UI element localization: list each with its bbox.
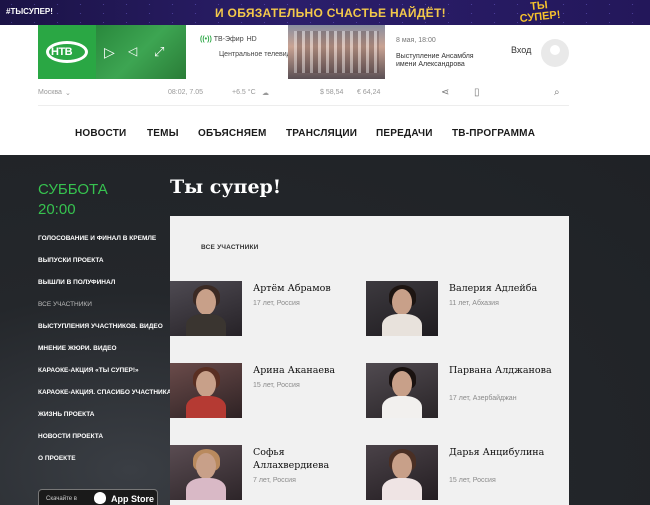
participant-photo[interactable] bbox=[170, 363, 242, 418]
sidebar-item[interactable]: КАРАОКЕ-АКЦИЯ «ТЫ СУПЕР!» bbox=[38, 366, 168, 388]
banner-slogan: И ОБЯЗАТЕЛЬНО СЧАСТЬЕ НАЙДЁТ! bbox=[215, 6, 446, 20]
page-title: Ты супер! bbox=[170, 176, 282, 198]
participant-meta: 15 лет, Россия bbox=[253, 382, 300, 389]
sidebar-item-active[interactable]: ВСЕ УЧАСТНИКИ bbox=[38, 300, 168, 322]
sidebar-item[interactable]: ВЫСТУПЛЕНИЯ УЧАСТНИКОВ. ВИДЕО bbox=[38, 322, 168, 344]
store-label: App Store bbox=[111, 494, 155, 504]
participant-meta: 15 лет, Россия bbox=[449, 477, 496, 484]
weather-label: +6.5 °C bbox=[232, 89, 256, 96]
search-icon[interactable]: ⌕ bbox=[554, 87, 560, 98]
participant-card[interactable]: Валерия Адлейба 11 лет, Абхазия bbox=[366, 281, 556, 341]
logo-text: НТВ bbox=[51, 46, 73, 58]
featured-news-link[interactable]: 8 мая, 18:00 Выступление Ансамбля имени … bbox=[396, 37, 491, 69]
show-logo[interactable]: ТЫ СУПЕР! bbox=[513, 0, 568, 25]
participant-name[interactable]: Дарья Анцибулина bbox=[449, 446, 554, 459]
app-store-button[interactable]: Скачайте в App Store bbox=[38, 489, 158, 505]
air-day: СУББОТА bbox=[38, 181, 108, 198]
user-avatar[interactable] bbox=[541, 39, 569, 67]
participant-card[interactable]: Парвана Алджанова 17 лет, Азербайджан bbox=[366, 363, 556, 423]
live-video-thumbnail[interactable]: ▷ ◁ ⤢ bbox=[96, 25, 186, 79]
participant-photo[interactable] bbox=[366, 281, 438, 336]
fullscreen-icon[interactable]: ⤢ bbox=[154, 44, 164, 60]
nav-item-broadcasts[interactable]: ТРАНСЛЯЦИИ bbox=[286, 128, 357, 139]
sidebar-item[interactable]: ВЫПУСКИ ПРОЕКТА bbox=[38, 256, 168, 278]
featured-news-title: Выступление Ансамбля имени Александрова bbox=[396, 53, 474, 68]
sidebar-item[interactable]: О ПРОЕКТЕ bbox=[38, 454, 168, 476]
participant-photo[interactable] bbox=[170, 445, 242, 500]
usd-rate: $ 58,54 bbox=[320, 89, 344, 96]
nav-item-topics[interactable]: ТЕМЫ bbox=[147, 128, 179, 139]
participant-name[interactable]: Арина Аканаева bbox=[253, 364, 358, 377]
participant-card[interactable]: Арина Аканаева 15 лет, Россия bbox=[170, 363, 360, 423]
section-label: ВСЕ УЧАСТНИКИ bbox=[201, 244, 259, 251]
participant-meta: 11 лет, Абхазия bbox=[449, 300, 499, 307]
sidebar-item[interactable]: НОВОСТИ ПРОЕКТА bbox=[38, 432, 168, 454]
volume-icon[interactable]: ◁ bbox=[128, 44, 137, 58]
live-label: ТВ-Эфир bbox=[213, 36, 244, 43]
nav-item-shows[interactable]: ПЕРЕДАЧИ bbox=[376, 128, 433, 139]
info-bar: Москва ⌄ 08:02, 7.05 +6.5 °C ☁ $ 58,54 €… bbox=[0, 87, 650, 101]
participant-name[interactable]: Софья Аллахвердиева bbox=[253, 446, 358, 472]
sidebar-item[interactable]: МНЕНИЕ ЖЮРИ. ВИДЕО bbox=[38, 344, 168, 366]
participant-meta: 17 лет, Азербайджан bbox=[449, 395, 517, 402]
participant-card[interactable]: Дарья Анцибулина 15 лет, Россия bbox=[366, 445, 556, 505]
featured-news-date: 8 мая, 18:00 bbox=[396, 37, 436, 44]
city-label[interactable]: Москва bbox=[38, 89, 62, 96]
participant-photo[interactable] bbox=[366, 445, 438, 500]
nav-item-news[interactable]: НОВОСТИ bbox=[75, 128, 126, 139]
mobile-icon[interactable]: ▯ bbox=[474, 87, 480, 98]
nav-item-explain[interactable]: ОБЪЯСНЯЕМ bbox=[198, 128, 267, 139]
share-icon[interactable]: ⋖ bbox=[441, 87, 449, 98]
participant-name[interactable]: Парвана Алджанова bbox=[449, 364, 554, 377]
banner-hashtag: #ТЫСУПЕР! bbox=[6, 7, 53, 16]
sidebar-item[interactable]: ГОЛОСОВАНИЕ И ФИНАЛ В КРЕМЛЕ bbox=[38, 234, 168, 256]
sidebar-item[interactable]: ВЫШЛИ В ПОЛУФИНАЛ bbox=[38, 278, 168, 300]
air-time: 20:00 bbox=[38, 201, 76, 218]
participant-photo[interactable] bbox=[170, 281, 242, 336]
chevron-down-icon[interactable]: ⌄ bbox=[65, 89, 71, 97]
download-label: Скачайте в bbox=[46, 496, 77, 502]
play-icon[interactable]: ▷ bbox=[104, 44, 115, 61]
hd-badge: HD bbox=[246, 36, 257, 43]
sidebar-menu: ГОЛОСОВАНИЕ И ФИНАЛ В КРЕМЛЕ ВЫПУСКИ ПРО… bbox=[38, 234, 179, 476]
participant-meta: 7 лет, Россия bbox=[253, 477, 296, 484]
divider bbox=[38, 105, 569, 106]
ntv-logo[interactable]: НТВ bbox=[38, 25, 96, 79]
site-header: НТВ ▷ ◁ ⤢ ((•)) ТВ-Эфир HD Центральное те… bbox=[0, 25, 650, 155]
main-nav: НОВОСТИ ТЕМЫ ОБЪЯСНЯЕМ ТРАНСЛЯЦИИ ПЕРЕДА… bbox=[0, 125, 650, 143]
live-signal-icon: ((•)) bbox=[200, 36, 212, 43]
participant-photo[interactable] bbox=[366, 363, 438, 418]
air-schedule: СУББОТА 20:00 bbox=[38, 180, 108, 220]
eur-rate: € 64,24 bbox=[357, 89, 381, 96]
participant-name[interactable]: Валерия Адлейба bbox=[449, 282, 554, 295]
promo-banner[interactable]: #ТЫСУПЕР! И ОБЯЗАТЕЛЬНО СЧАСТЬЕ НАЙДЁТ! … bbox=[0, 0, 650, 25]
nav-item-tv-program[interactable]: ТВ-ПРОГРАММА bbox=[452, 128, 535, 139]
participant-name[interactable]: Артём Абрамов bbox=[253, 282, 358, 295]
participant-meta: 17 лет, Россия bbox=[253, 300, 300, 307]
weather-icon: ☁ bbox=[262, 90, 269, 97]
participant-card[interactable]: Софья Аллахвердиева 7 лет, Россия bbox=[170, 445, 360, 505]
featured-news-thumbnail[interactable] bbox=[288, 25, 385, 79]
login-link[interactable]: Вход bbox=[511, 45, 531, 55]
sidebar-item[interactable]: ЖИЗНЬ ПРОЕКТА bbox=[38, 410, 168, 432]
sidebar-item[interactable]: КАРАОКЕ-АКЦИЯ. СПАСИБО УЧАСТНИКАМ! bbox=[38, 388, 179, 410]
apple-icon bbox=[94, 492, 106, 504]
participant-card[interactable]: Артём Абрамов 17 лет, Россия bbox=[170, 281, 360, 341]
participants-panel: ВСЕ УЧАСТНИКИ Артём Абрамов 17 лет, Росс… bbox=[170, 216, 569, 505]
datetime-label: 08:02, 7.05 bbox=[168, 89, 204, 96]
